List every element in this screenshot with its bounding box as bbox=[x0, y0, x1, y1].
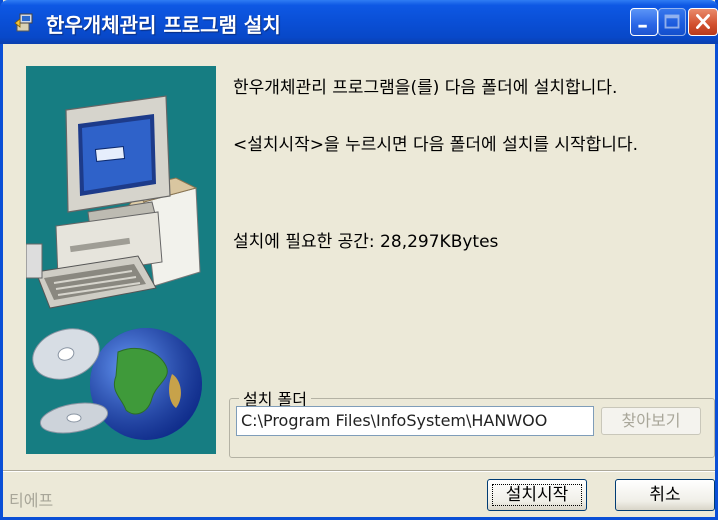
installer-side-image bbox=[26, 66, 216, 454]
setup-app-icon bbox=[14, 13, 33, 32]
brand-label: 티에프 bbox=[9, 491, 54, 510]
cancel-button[interactable]: 취소 bbox=[615, 479, 715, 511]
required-space-text: 설치에 필요한 공간: 28,297KBytes bbox=[233, 232, 499, 252]
title-bar[interactable]: 한우개체관리 프로그램 설치 bbox=[0, 0, 718, 44]
browse-button[interactable]: 찾아보기 bbox=[601, 407, 701, 435]
footer-separator bbox=[3, 470, 715, 472]
maximize-button[interactable] bbox=[658, 8, 686, 36]
start-instruction: <설치시작>을 누르시면 다음 폴더에 설치를 시작합니다. bbox=[233, 135, 638, 155]
focus-rectangle bbox=[492, 484, 582, 506]
minimize-button[interactable] bbox=[630, 8, 658, 36]
maximize-icon bbox=[664, 14, 680, 29]
installer-window: 한우개체관리 프로그램 설치 한우개체관리 프로그램을(를) 다음 폴더에 설치… bbox=[0, 0, 718, 520]
window-title: 한우개체관리 프로그램 설치 bbox=[46, 13, 281, 37]
install-description: 한우개체관리 프로그램을(를) 다음 폴더에 설치합니다. bbox=[233, 78, 618, 98]
close-button[interactable] bbox=[688, 8, 718, 36]
install-path-field[interactable]: C:\Program Files\InfoSystem\HANWOO bbox=[236, 406, 594, 436]
minimize-icon bbox=[638, 24, 647, 28]
close-icon bbox=[696, 14, 710, 29]
install-start-button[interactable]: 설치시작 bbox=[487, 479, 587, 511]
cd-globe-illustration bbox=[32, 328, 202, 440]
